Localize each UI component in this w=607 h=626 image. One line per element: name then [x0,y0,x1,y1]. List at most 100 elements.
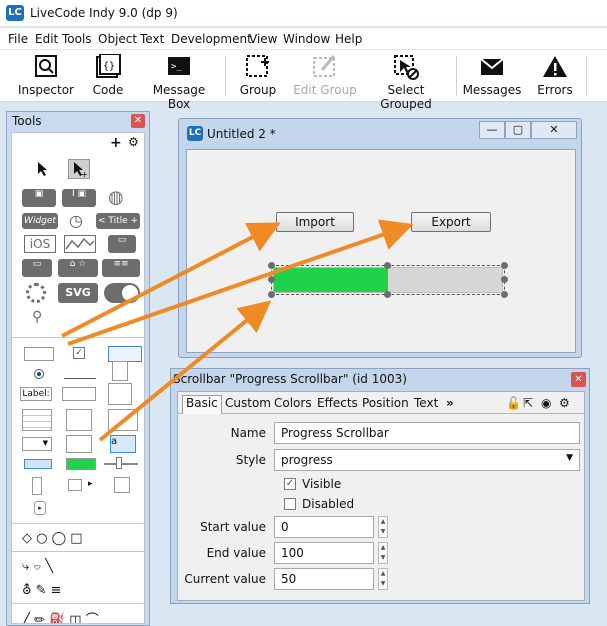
start-value-field[interactable]: 0 [274,516,374,538]
android-field-icon[interactable]: I ▣ [62,189,96,207]
image-tool[interactable]: a [110,435,136,453]
browser-globe-icon[interactable]: ◍ [108,187,124,208]
combo-box-tool[interactable] [66,435,92,453]
tab-effects[interactable]: Effects [317,396,358,410]
tab-panel-tool[interactable] [108,409,138,431]
group-button[interactable]: Group [235,54,281,100]
shape-tools-icon[interactable]: ◇ ○ ◯ □ [22,531,83,546]
progress-bar-tool[interactable] [66,458,96,470]
more-tabs-chevron-icon[interactable]: » [446,396,454,410]
menu-window[interactable]: Window [283,32,330,46]
scrolling-field-tool[interactable] [112,361,128,381]
ios-tile[interactable]: iOS [24,235,56,253]
property-inspector: Scrollbar "Progress Scrollbar" (id 1003)… [170,368,590,604]
segmented-control-icon[interactable]: ⌂ ☆ [58,259,98,277]
table-field-tool[interactable] [22,409,52,431]
tab-custom[interactable]: Custom [225,396,271,410]
menu-text[interactable]: Text [140,32,164,46]
edit-group-button[interactable]: Edit Group [293,54,357,100]
switch-toggle-icon[interactable] [104,283,140,303]
menu-development[interactable]: Development [171,32,252,46]
tab-position[interactable]: Position [362,396,409,410]
name-field[interactable]: Progress Scrollbar [274,422,580,444]
resize-handle[interactable] [268,291,275,298]
code-button[interactable]: {} Code [86,54,130,100]
scrollbar-tool[interactable] [24,459,52,469]
messages-button[interactable]: Messages [462,54,522,100]
disabled-checkbox[interactable] [284,498,296,510]
play-button-icon[interactable]: ▸ [34,501,46,515]
menu-object[interactable]: Object [98,32,137,46]
field-tool[interactable] [62,387,96,401]
select-grouped-button[interactable]: Select Grouped [362,54,450,111]
menu-help[interactable]: Help [335,32,362,46]
close-icon[interactable]: ✕ [131,114,145,128]
close-icon[interactable]: ✕ [571,372,586,387]
navigation-bar-icon[interactable]: ▭ [22,259,52,277]
option-menu-tool[interactable]: ▼ [22,437,52,451]
gear-icon[interactable]: ⚙ [559,396,570,410]
import-button[interactable]: Import [276,212,354,232]
plus-icon[interactable]: + [110,135,122,151]
tree-icon[interactable]: ⚲ [32,309,42,325]
resize-handle[interactable] [384,291,391,298]
menu-view[interactable]: View [249,32,277,46]
tab-basic[interactable]: Basic [182,395,222,414]
paint-tools-icon[interactable]: ╱ ✏ ⛽ ◫ ⌒ [22,609,99,623]
close-button[interactable]: ✕ [531,121,577,139]
tree-view-icon[interactable]: ≡≡ [102,259,140,277]
spinner-icon[interactable] [26,283,46,303]
tab-colors[interactable]: Colors [274,396,312,410]
clock-icon[interactable]: ◷ [69,211,83,230]
inspector-button[interactable]: Inspector [14,54,78,100]
player-tool[interactable] [68,479,82,491]
list-field-tool[interactable] [108,383,132,405]
radio-button-tool[interactable] [34,369,44,379]
header-bar-tile[interactable]: < Title + [96,213,140,229]
pin-icon[interactable]: ⇱ [523,396,533,410]
tab-text[interactable]: Text [414,396,438,410]
checkbox-tool[interactable]: ✓ [73,347,85,359]
curve-polygon-line-icon[interactable]: ⤷ ⌔ ╲ [22,559,53,574]
resize-handle[interactable] [268,262,275,269]
player-icon[interactable]: ▭ [108,235,136,253]
pointer-tool-button[interactable]: + [68,159,90,179]
errors-button[interactable]: Errors [532,54,578,100]
current-value-stepper[interactable]: ▲ ▼ [378,568,388,590]
minimize-button[interactable]: — [479,121,505,139]
menu-file[interactable]: File [8,32,28,46]
paint-bucket-icon[interactable]: ⛢ ✎ ≡ [22,583,62,598]
push-button-tool[interactable] [24,347,54,361]
browse-tool-icon[interactable] [36,161,50,177]
end-value-stepper[interactable]: ▲ ▼ [378,542,388,564]
end-value-field[interactable]: 100 [274,542,374,564]
export-button[interactable]: Export [411,212,491,232]
maximize-button[interactable]: ▢ [505,121,531,139]
target-icon[interactable]: ◉ [541,396,551,410]
widget-tile[interactable]: Widget [22,213,58,229]
menu-edit[interactable]: Edit [35,32,58,46]
image-area-tool[interactable] [114,477,130,493]
line-graph-icon[interactable] [64,235,96,253]
android-button-icon[interactable]: ▣ [22,189,56,207]
menu-tools[interactable]: Tools [62,32,92,46]
style-select[interactable]: progress ▼ [274,449,580,471]
start-value-stepper[interactable]: ▲ ▼ [378,516,388,538]
gear-icon[interactable]: ⚙ [128,135,139,149]
default-button-tool[interactable] [108,346,142,362]
code-icon: {} [96,54,121,78]
resize-handle[interactable] [268,276,275,283]
svg-tile[interactable]: SVG [58,283,98,303]
data-grid-tool[interactable] [66,409,92,431]
message-box-button[interactable]: >_ Message Box [140,54,218,111]
resize-handle[interactable] [501,262,508,269]
current-value-field[interactable]: 50 [274,568,374,590]
resize-handle[interactable] [501,291,508,298]
resize-handle[interactable] [501,276,508,283]
little-arrows-tool[interactable] [32,477,42,495]
visible-checkbox[interactable]: ✓ [284,478,296,490]
text-field-tool[interactable] [64,365,96,379]
lock-icon[interactable]: 🔓 [506,396,521,410]
label-field-tool[interactable]: Label: [20,387,52,401]
resize-handle[interactable] [384,262,391,269]
